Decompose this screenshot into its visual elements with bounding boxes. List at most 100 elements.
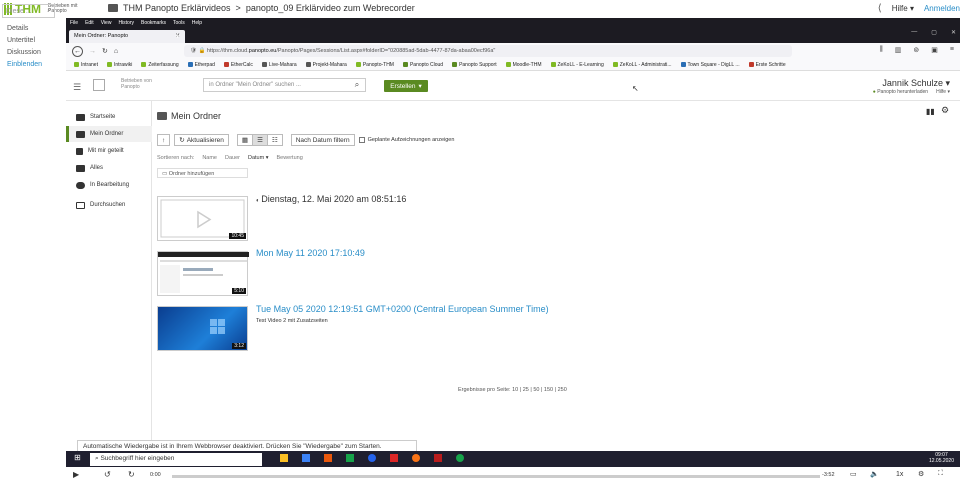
bookmark-item[interactable]: Town Square - DigLL ... xyxy=(680,62,740,68)
nav-item-my-folder[interactable]: Mein Ordner xyxy=(66,126,152,142)
breadcrumb-root[interactable]: THM Panopto Erklärvideos xyxy=(123,3,231,13)
firefox-icon[interactable] xyxy=(412,454,420,462)
scheduled-recordings-checkbox[interactable]: Geplante Aufzeichnungen anzeigen xyxy=(358,137,454,143)
help-link[interactable]: Hilfe ▾ xyxy=(936,89,950,95)
view-list-button[interactable]: ☷ xyxy=(266,134,283,146)
nav-item-in-progress[interactable]: In Bearbeitung xyxy=(66,177,152,193)
volume-icon[interactable]: 🔈 xyxy=(870,470,879,478)
sync-icon[interactable]: ⊚ xyxy=(913,46,919,54)
results-per-page[interactable]: Ergebnisse pro Seite: 10 | 25 | 50 | 150… xyxy=(458,387,567,393)
app-icon[interactable] xyxy=(302,454,310,462)
close-window-icon[interactable]: ✕ xyxy=(951,29,956,36)
taskbar-search-input[interactable]: ⌕ Suchbegriff hier eingeben xyxy=(90,453,262,466)
session-title-1[interactable]: ◐ Dienstag, 12. Mai 2020 am 08:51:16 xyxy=(256,194,406,204)
bookmark-item[interactable]: Intranet xyxy=(74,62,98,68)
user-menu[interactable]: Jannik Schulze ▾ xyxy=(882,78,950,89)
bookmark-item[interactable]: ZeKoLL - Administrati... xyxy=(612,62,672,68)
captions-icon[interactable]: ▭ xyxy=(850,470,857,478)
side-link-details[interactable]: Details xyxy=(7,25,28,32)
menu-history[interactable]: History xyxy=(118,20,134,26)
bookmark-item[interactable]: Projekt-Mahara xyxy=(305,62,347,68)
stats-icon[interactable]: ▮▮ xyxy=(926,107,935,116)
menu-icon[interactable]: ≡ xyxy=(950,46,954,54)
menu-file[interactable]: File xyxy=(70,20,78,26)
login-link[interactable]: Anmelden xyxy=(924,4,960,13)
edge-icon[interactable] xyxy=(368,454,376,462)
bookmark-item[interactable]: Moodle-THM xyxy=(505,62,542,68)
library-icon[interactable]: ⫼ xyxy=(880,46,883,54)
add-folder-button[interactable]: ▭ Ordner hinzufügen xyxy=(157,168,248,178)
bookmark-item[interactable]: Live-Mahara xyxy=(261,62,297,68)
sort-duration[interactable]: Dauer xyxy=(225,155,240,161)
folder-search-input[interactable]: in Ordner "Mein Ordner" suchen ... xyxy=(203,78,366,92)
refresh-button[interactable]: ↻ Aktualisieren xyxy=(174,134,229,146)
help-menu[interactable]: Hilfe ▾ xyxy=(892,4,914,13)
browser-tab[interactable]: Mein Ordner: Panopto ✕ xyxy=(69,30,185,43)
download-panopto-link[interactable]: ● Panopto herunterladen xyxy=(873,89,928,95)
nav-item-shared[interactable]: Mit mir geteilt xyxy=(66,143,152,159)
bookmark-item[interactable]: Panopto Cloud xyxy=(402,62,443,68)
panopto-logo-icon[interactable] xyxy=(93,79,105,91)
fast-forward-icon[interactable]: ↻ xyxy=(128,470,135,479)
nav-item-home[interactable]: Startseite xyxy=(66,109,152,125)
minimize-icon[interactable]: — xyxy=(911,29,917,36)
maximize-icon[interactable]: ▢ xyxy=(931,29,937,36)
menu-view[interactable]: View xyxy=(101,20,112,26)
panopto-icon[interactable] xyxy=(456,454,464,462)
share-icon[interactable]: ⟨ xyxy=(878,3,882,14)
bookmark-item[interactable]: Erste Schritte xyxy=(748,62,786,68)
view-grid-button[interactable]: ▦ xyxy=(236,134,254,146)
app-icon[interactable] xyxy=(346,454,354,462)
forward-icon[interactable]: → xyxy=(89,48,96,55)
reload-icon[interactable]: ↻ xyxy=(102,47,108,55)
menu-tools[interactable]: Tools xyxy=(173,20,185,26)
file-explorer-icon[interactable] xyxy=(280,454,288,462)
filter-date-button[interactable]: Nach Datum filtern xyxy=(290,134,355,146)
settings-icon[interactable]: ⚙ xyxy=(918,470,924,478)
menu-edit[interactable]: Edit xyxy=(85,20,94,26)
app-icon[interactable] xyxy=(390,454,398,462)
create-button[interactable]: Erstellen ▾ xyxy=(384,80,428,92)
url-bar[interactable]: 🛡 🔒 https://thm.cloud.panopto.eu/Panopto… xyxy=(184,45,792,57)
side-link-subtitles[interactable]: Untertitel xyxy=(7,37,35,44)
view-detail-button[interactable]: ☰ xyxy=(252,134,268,146)
bookmark-item[interactable]: Etherpad xyxy=(187,62,215,68)
search-icon[interactable]: ⌕ xyxy=(47,7,51,15)
menu-help[interactable]: Help xyxy=(192,20,202,26)
new-tab-icon[interactable]: + xyxy=(175,31,180,41)
play-icon[interactable]: ▶ xyxy=(73,470,79,479)
fullscreen-icon[interactable]: ⛶ xyxy=(938,470,943,478)
bookmark-item[interactable]: Panopto Support xyxy=(452,62,497,68)
taskbar-clock[interactable]: 09:07 12.05.2020 xyxy=(929,452,954,464)
viewer-search-input[interactable]: Diese ... ⌕ xyxy=(2,4,55,18)
sort-date[interactable]: Datum ▾ xyxy=(248,155,269,161)
hamburger-icon[interactable]: ☰ xyxy=(73,82,81,93)
extension-icon[interactable]: ▣ xyxy=(931,46,938,54)
side-link-show[interactable]: Einblenden xyxy=(7,61,42,68)
collapse-button[interactable]: ↑ xyxy=(157,134,171,146)
rewind-icon[interactable]: ↺ xyxy=(104,470,111,479)
playback-speed[interactable]: 1x xyxy=(896,471,903,478)
bookmark-item[interactable]: Intrawiki xyxy=(106,62,132,68)
progress-bar[interactable] xyxy=(172,475,820,478)
windows-start-icon[interactable]: ⊞ xyxy=(74,453,81,462)
bookmark-item[interactable]: Zeiterfassung xyxy=(141,62,179,68)
sort-rating[interactable]: Bewertung xyxy=(276,155,302,161)
home-icon[interactable]: ⌂ xyxy=(114,48,118,55)
session-title-2[interactable]: Mon May 11 2020 17:10:49 xyxy=(256,248,365,258)
session-thumbnail-2[interactable]: 5:10 xyxy=(157,251,249,296)
app-icon[interactable] xyxy=(324,454,332,462)
bookmark-item[interactable]: EtherCalc xyxy=(223,62,253,68)
pdf-icon[interactable] xyxy=(434,454,442,462)
sort-name[interactable]: Name xyxy=(202,155,217,161)
back-icon[interactable]: ← xyxy=(72,45,83,57)
sidebar-icon[interactable]: ▥ xyxy=(895,46,902,54)
side-link-discussion[interactable]: Diskussion xyxy=(7,49,41,56)
nav-item-all[interactable]: Alles xyxy=(66,160,152,176)
session-thumbnail-3[interactable]: 3:12 xyxy=(157,306,248,351)
session-thumbnail-1[interactable]: 10:45 xyxy=(157,196,248,241)
search-button[interactable]: ⌕ xyxy=(349,78,366,92)
bookmark-item[interactable]: ZeKoLL - E-Learning xyxy=(550,62,604,68)
bookmark-item[interactable]: Panopto-THM xyxy=(355,62,394,68)
session-title-3[interactable]: Tue May 05 2020 12:19:51 GMT+0200 (Centr… xyxy=(256,304,549,314)
